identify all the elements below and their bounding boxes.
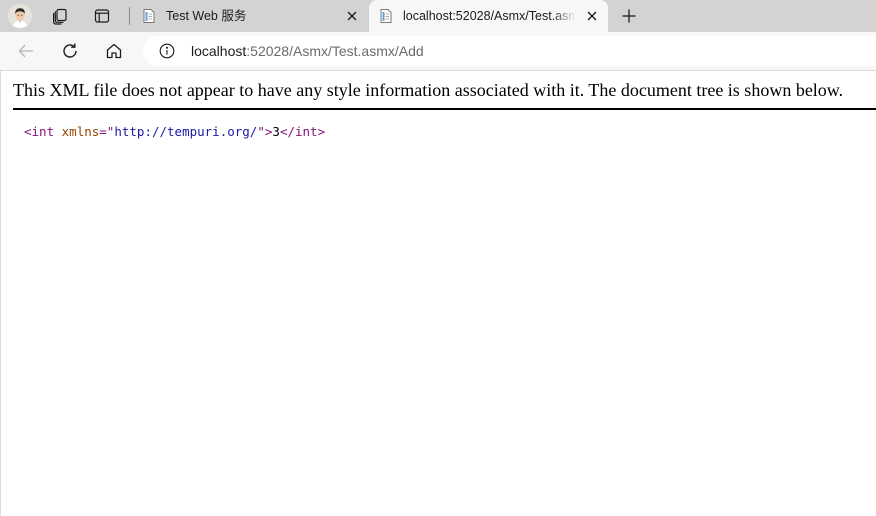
xml-style-notice: This XML file does not appear to have an…	[13, 80, 844, 100]
xml-attribute-eq: ="	[99, 124, 115, 139]
page-icon	[141, 8, 157, 24]
url-host: localhost	[191, 43, 247, 59]
tab-actions-icon[interactable]	[92, 6, 112, 26]
tab-title: Test Web 服务	[166, 9, 247, 23]
close-icon[interactable]	[585, 9, 599, 23]
info-icon[interactable]	[159, 43, 175, 59]
profile-avatar-icon[interactable]	[8, 4, 32, 28]
xml-open-tag: <int	[24, 124, 55, 139]
tab-title: localhost:52028/Asmx/Test.asmx/Add	[403, 9, 576, 23]
xml-attribute-close: ">	[257, 124, 273, 139]
url-text[interactable]: localhost:52028/Asmx/Test.asmx/Add	[191, 43, 424, 59]
xml-attribute-name: xmlns	[61, 124, 100, 139]
xml-text-value: 3	[272, 124, 280, 139]
address-bar[interactable]: localhost:52028/Asmx/Test.asmx/Add	[143, 36, 876, 66]
plus-icon[interactable]	[619, 6, 639, 26]
refresh-icon[interactable]	[58, 39, 82, 63]
tab-test-web-service[interactable]: Test Web 服务	[132, 0, 368, 32]
page-icon	[378, 8, 394, 24]
back-arrow-icon[interactable]	[14, 39, 38, 63]
close-icon[interactable]	[345, 9, 359, 23]
notice-divider	[13, 108, 876, 110]
tab-localhost-add[interactable]: localhost:52028/Asmx/Test.asmx/Add	[369, 0, 608, 32]
tab-strip-divider	[129, 7, 130, 25]
xml-attribute-value: http://tempuri.org/	[114, 124, 258, 139]
navigation-toolbar: localhost:52028/Asmx/Test.asmx/Add	[0, 32, 876, 71]
home-icon[interactable]	[102, 39, 126, 63]
workspaces-icon[interactable]	[50, 6, 70, 26]
window-edge	[0, 71, 1, 516]
url-path: :52028/Asmx/Test.asmx/Add	[246, 43, 424, 59]
xml-document-tree: <int xmlns="http://tempuri.org/">3</int>	[24, 124, 325, 140]
tab-strip: Test Web 服务 localhost:52028/Asmx/Test.as…	[0, 0, 876, 32]
page-content: This XML file does not appear to have an…	[0, 71, 876, 516]
xml-close-tag: </int>	[279, 124, 326, 139]
